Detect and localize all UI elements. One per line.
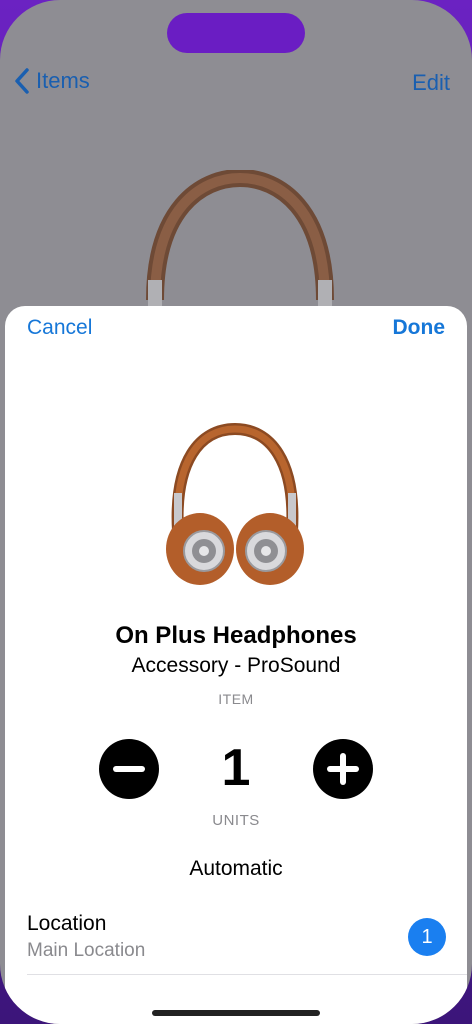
location-value: Main Location: [27, 940, 146, 961]
divider: [27, 974, 467, 975]
product-type-label: ITEM: [218, 691, 254, 707]
back-label: Items: [36, 68, 90, 93]
increment-button[interactable]: [313, 739, 373, 799]
cancel-button[interactable]: Cancel: [27, 316, 92, 340]
quantity-value: 1: [221, 739, 251, 797]
product-subtitle: Accessory - ProSound: [131, 654, 341, 677]
dynamic-island: [167, 13, 305, 53]
screen: Items Edit Cancel Done On Plus Headphone…: [0, 0, 472, 1024]
product-title: On Plus Headphones: [115, 622, 357, 649]
back-button[interactable]: Items: [14, 68, 90, 94]
item-sheet: Cancel Done On Plus Headphones Accessory…: [5, 306, 467, 1024]
mode-selector[interactable]: Automatic: [5, 857, 467, 881]
edit-button[interactable]: Edit: [412, 70, 450, 96]
home-indicator: [152, 1010, 320, 1016]
chevron-left-icon: [15, 68, 29, 94]
background-headphones-image: [146, 170, 334, 306]
location-count-badge: 1: [408, 918, 446, 956]
location-row[interactable]: Location Main Location 1: [5, 906, 467, 976]
location-title: Location: [27, 912, 107, 935]
navigation-bar: Items Edit: [0, 60, 472, 104]
headphones-product-image: [166, 422, 304, 585]
done-button[interactable]: Done: [393, 316, 446, 340]
units-label: UNITS: [212, 812, 260, 829]
